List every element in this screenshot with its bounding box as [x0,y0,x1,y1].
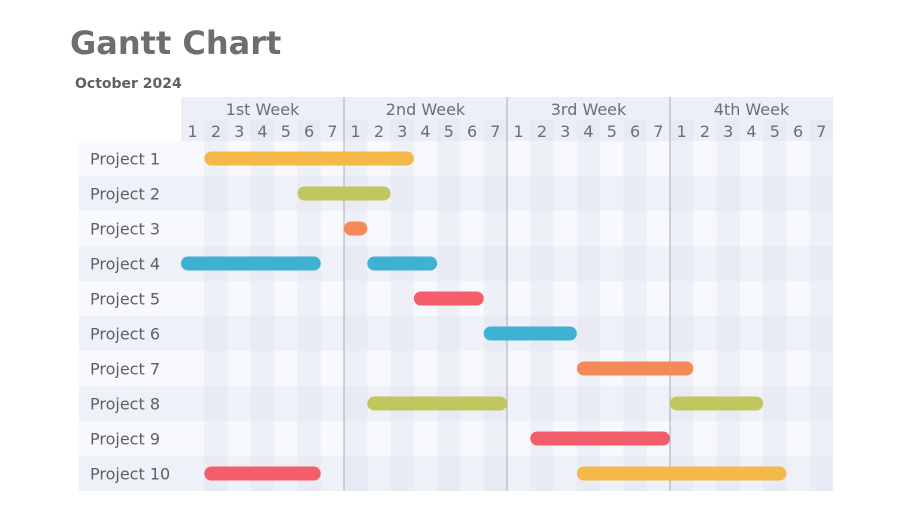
day-label: 4 [583,122,593,141]
project-label: Project 9 [90,430,160,449]
project-label: Project 2 [90,185,160,204]
gantt-chart: 1st Week 2nd Week 3rd Week 4th Week1 2 3 4 5 6 7 1… [79,97,833,491]
project-label: Project 3 [90,220,160,239]
day-column-stripe [809,119,833,491]
day-label: 7 [816,122,826,141]
day-label: 6 [630,122,640,141]
day-label: 4 [257,122,267,141]
project-label: Project 6 [90,325,160,344]
day-column-stripe [297,119,321,491]
day-label: 1 [188,122,198,141]
day-label: 2 [700,122,710,141]
day-label: 6 [793,122,803,141]
task-bar[interactable] [181,256,321,271]
task-bar[interactable] [576,466,787,481]
task-bar[interactable] [367,256,438,271]
day-label: 7 [490,122,500,141]
day-label: 1 [677,122,687,141]
day-label: 6 [304,122,314,141]
day-label: 3 [234,122,244,141]
day-label: 3 [397,122,407,141]
task-bar[interactable] [344,221,368,236]
day-column-stripe [670,119,694,491]
day-column-stripe [344,119,368,491]
day-label: 2 [211,122,221,141]
project-label: Project 7 [90,360,160,379]
project-label: Project 5 [90,290,160,309]
day-label: 1 [514,122,524,141]
day-column-stripe [483,119,507,491]
day-label: 1 [351,122,361,141]
day-label: 5 [607,122,617,141]
week-label: 1st Week [226,100,300,119]
project-label: Project 10 [90,465,170,484]
task-bar[interactable] [670,396,764,411]
day-label: 4 [746,122,756,141]
day-label: 7 [653,122,663,141]
task-bar[interactable] [576,361,694,376]
task-bar[interactable] [204,151,414,166]
day-label: 5 [770,122,780,141]
day-label: 5 [281,122,291,141]
day-column-stripe [390,119,414,491]
project-label: Project 4 [90,255,160,274]
project-label: Project 8 [90,395,160,414]
day-label: 3 [560,122,570,141]
day-column-stripe [716,119,740,491]
task-bar[interactable] [297,186,391,201]
day-label: 5 [444,122,454,141]
task-bar[interactable] [483,326,577,341]
day-label: 3 [723,122,733,141]
task-bar[interactable] [367,396,507,411]
week-label: 3rd Week [551,100,627,119]
task-bar[interactable] [204,466,321,481]
project-label: Project 1 [90,150,160,169]
task-bar[interactable] [413,291,484,306]
day-label: 7 [327,122,337,141]
day-label: 2 [537,122,547,141]
week-label: 2nd Week [386,100,466,119]
week-label: 4th Week [714,100,790,119]
task-bar[interactable] [530,431,670,446]
day-column-stripe [250,119,275,491]
day-column-stripe [763,119,787,491]
day-column-stripe [204,119,228,491]
day-label: 2 [374,122,384,141]
day-label: 4 [420,122,430,141]
day-label: 6 [467,122,477,141]
